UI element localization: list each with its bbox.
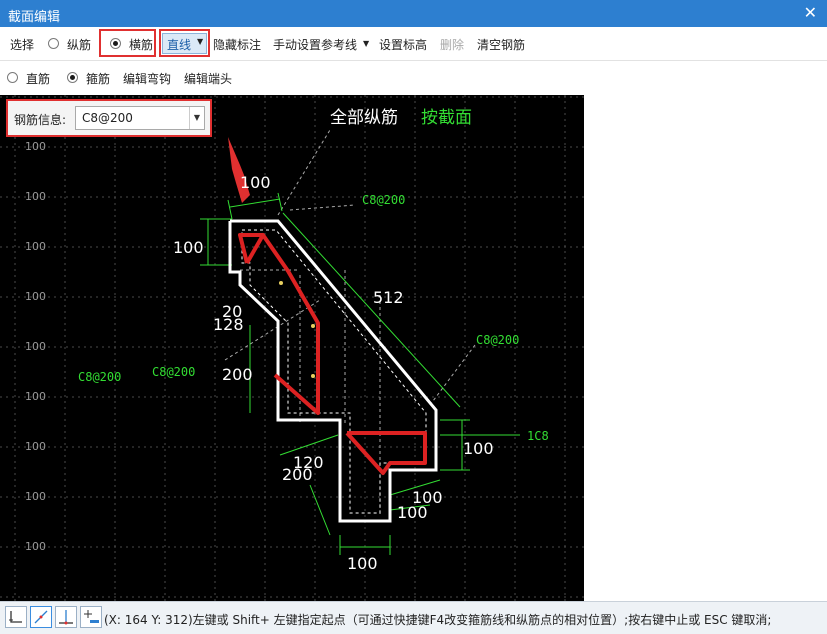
grid-label: 100 <box>25 390 46 403</box>
dim-bottom-100: 100 <box>347 554 378 573</box>
close-icon[interactable]: ✕ <box>804 3 817 22</box>
edit-hook-button[interactable]: 编辑弯钩 <box>123 70 171 87</box>
ortho-mode-icon[interactable] <box>5 606 27 628</box>
chevron-down-icon: ▼ <box>197 37 204 46</box>
dim-right-100: 100 <box>463 439 494 458</box>
toolbar-secondary: 直筋 箍筋 编辑弯钩 编辑端头 <box>0 61 827 95</box>
rebar-info-label: 钢筋信息: <box>14 113 67 127</box>
heading-by-section: 按截面 <box>421 108 472 128</box>
straight-radio[interactable] <box>7 72 18 83</box>
straight-label[interactable]: 直筋 <box>26 70 50 87</box>
delete-button[interactable]: 删除 <box>440 36 464 53</box>
grid-label: 100 <box>25 340 46 353</box>
stirrup-label[interactable]: 箍筋 <box>86 70 110 87</box>
toolbar-primary: 选择 纵筋 横筋 直线 ▼ 隐藏标注 手动设置参考线 ▼ 设置标高 删除 清空钢… <box>0 27 827 61</box>
label-c8-right: C8@200 <box>476 333 519 347</box>
section-drawing: 100 100 100 100 100 100 100 100 100 全部纵筋 按截面 100… <box>0 95 584 601</box>
grid-label: 100 <box>25 240 46 253</box>
grid-label: 100 <box>25 190 46 203</box>
dim-200-bottom: 200 <box>282 465 313 484</box>
rebar-info-panel: 钢筋信息: C8@200 ▼ <box>6 99 212 137</box>
transverse-radio[interactable] <box>110 38 121 49</box>
line-mode-label: 直线 <box>167 38 192 52</box>
set-elevation-button[interactable]: 设置标高 <box>379 36 427 53</box>
canvas-background <box>0 95 584 601</box>
clear-rebar-button[interactable]: 清空钢筋 <box>477 36 525 53</box>
chevron-down-icon[interactable]: ▼ <box>189 107 204 129</box>
grid-label: 100 <box>25 490 46 503</box>
dim-left-100: 100 <box>173 238 204 257</box>
add-point-icon[interactable] <box>80 606 102 628</box>
grid-label: 100 <box>25 540 46 553</box>
drawing-canvas[interactable]: 100 100 100 100 100 100 100 100 100 全部纵筋… <box>0 95 827 601</box>
snap-angle-icon[interactable] <box>30 606 52 628</box>
line-mode-dropdown[interactable]: 直线 ▼ <box>162 33 207 54</box>
rebar-info-value: C8@200 <box>82 111 133 125</box>
manual-guide-button[interactable]: 手动设置参考线 <box>273 36 357 53</box>
perpendicular-snap-icon[interactable] <box>55 606 77 628</box>
label-1c8: 1C8 <box>527 429 549 443</box>
dim-128: 128 <box>213 315 244 334</box>
grid-label: 100 <box>25 140 46 153</box>
grid-label: 100 <box>25 290 46 303</box>
label-c8-mid: C8@200 <box>152 365 195 379</box>
grid-labels: 100 100 100 100 100 100 100 100 100 <box>25 140 46 553</box>
grid-label: 100 <box>25 440 46 453</box>
window-title: 截面编辑 <box>8 10 61 25</box>
transverse-label[interactable]: 横筋 <box>129 36 153 53</box>
dim-200-left: 200 <box>222 365 253 384</box>
longitudinal-label[interactable]: 纵筋 <box>67 36 91 53</box>
chevron-down-icon[interactable]: ▼ <box>363 39 369 48</box>
status-message: (X: 164 Y: 312)左键或 Shift+ 左键指定起点（可通过快捷键F… <box>104 613 772 627</box>
title-bar: 截面编辑 ✕ <box>0 0 827 27</box>
label-c8-left: C8@200 <box>78 370 121 384</box>
heading-all-longitudinal: 全部纵筋 <box>330 108 398 128</box>
rebar-info-select[interactable]: C8@200 ▼ <box>75 106 205 130</box>
edit-end-button[interactable]: 编辑端头 <box>184 70 232 87</box>
longitudinal-radio[interactable] <box>48 38 59 49</box>
stirrup-radio[interactable] <box>67 72 78 83</box>
select-button[interactable]: 选择 <box>10 36 34 53</box>
dim-top-100: 100 <box>240 173 271 192</box>
dim-diagonal-512: 512 <box>373 288 404 307</box>
hide-annotation-button[interactable]: 隐藏标注 <box>213 36 261 53</box>
dim-100-b: 100 <box>397 503 428 522</box>
label-c8-top: C8@200 <box>362 193 405 207</box>
status-bar: (X: 164 Y: 312)左键或 Shift+ 左键指定起点（可通过快捷键F… <box>0 601 827 634</box>
